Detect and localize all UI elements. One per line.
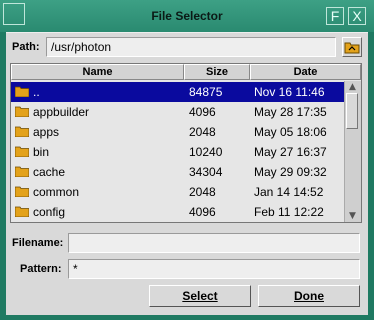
file-row[interactable]: config 4096 Feb 11 12:22	[11, 202, 345, 222]
file-row[interactable]: common 2048 Jan 14 14:52	[11, 182, 345, 202]
file-name: config	[33, 205, 66, 219]
done-button-label: Done	[294, 289, 324, 303]
path-input[interactable]: /usr/photon	[46, 37, 336, 57]
filename-input[interactable]	[68, 233, 360, 253]
folder-icon	[15, 206, 29, 217]
folder-icon	[15, 126, 29, 137]
file-date: Jan 14 14:52	[254, 185, 324, 199]
file-date: Nov 16 11:46	[254, 85, 325, 99]
file-name: bin	[33, 145, 50, 159]
file-list[interactable]: Name Size Date .. 84875 Nov 16 11:46 app…	[10, 63, 362, 223]
pattern-input[interactable]: *	[68, 259, 360, 279]
scroll-down-arrow-icon[interactable]: ▼	[346, 210, 359, 222]
file-name: ..	[33, 85, 40, 99]
file-name: appbuilder	[33, 105, 90, 119]
done-button[interactable]: Done	[258, 285, 360, 307]
file-row[interactable]: apps 2048 May 05 18:06	[11, 122, 345, 142]
file-rows: .. 84875 Nov 16 11:46 appbuilder 4096 Ma…	[11, 82, 345, 222]
column-header-size[interactable]: Size	[184, 64, 250, 80]
pattern-label: Pattern:	[20, 263, 62, 275]
file-size: 10240	[189, 145, 223, 159]
file-date: May 28 17:35	[254, 105, 327, 119]
window-title: File Selector	[151, 9, 223, 23]
path-label: Path:	[12, 41, 40, 53]
file-row[interactable]: appbuilder 4096 May 28 17:35	[11, 102, 345, 122]
minimize-button[interactable]: F	[326, 7, 344, 25]
file-selector-window: File Selector F X Path: /usr/photon Name…	[0, 0, 374, 320]
file-size: 4096	[189, 205, 216, 219]
file-name: apps	[33, 125, 60, 139]
file-date: Feb 11 12:22	[254, 205, 324, 219]
dialog-body: Path: /usr/photon Name Size Date .. 8487…	[6, 32, 368, 315]
folder-icon	[15, 86, 29, 97]
file-row[interactable]: cache 34304 May 29 09:32	[11, 162, 345, 182]
file-date: May 27 16:37	[254, 145, 327, 159]
title-bar[interactable]: File Selector F X	[0, 0, 374, 32]
file-date: May 05 18:06	[254, 125, 327, 139]
folder-icon	[15, 106, 29, 117]
folder-up-icon	[344, 42, 360, 54]
file-size: 4096	[189, 105, 216, 119]
close-button[interactable]: X	[348, 7, 366, 25]
parent-folder-button[interactable]	[342, 37, 362, 57]
file-row[interactable]: bin 10240 May 27 16:37	[11, 142, 345, 162]
folder-icon	[15, 146, 29, 157]
scroll-thumb[interactable]	[346, 93, 358, 129]
vertical-scrollbar[interactable]: ▲ ▼	[344, 81, 361, 222]
file-size: 34304	[189, 165, 223, 179]
folder-icon	[15, 186, 29, 197]
file-size: 2048	[189, 125, 216, 139]
file-size: 2048	[189, 185, 216, 199]
file-name: cache	[33, 165, 66, 179]
column-header-name[interactable]: Name	[11, 64, 184, 80]
select-button-label: Select	[182, 289, 218, 303]
column-header-date[interactable]: Date	[250, 64, 361, 80]
select-button[interactable]: Select	[149, 285, 251, 307]
scroll-up-arrow-icon[interactable]: ▲	[346, 81, 359, 93]
file-name: common	[33, 185, 80, 199]
file-date: May 29 09:32	[254, 165, 327, 179]
file-size: 84875	[189, 85, 223, 99]
folder-icon	[15, 166, 29, 177]
file-row[interactable]: .. 84875 Nov 16 11:46	[11, 82, 345, 102]
filename-label: Filename:	[12, 237, 64, 249]
